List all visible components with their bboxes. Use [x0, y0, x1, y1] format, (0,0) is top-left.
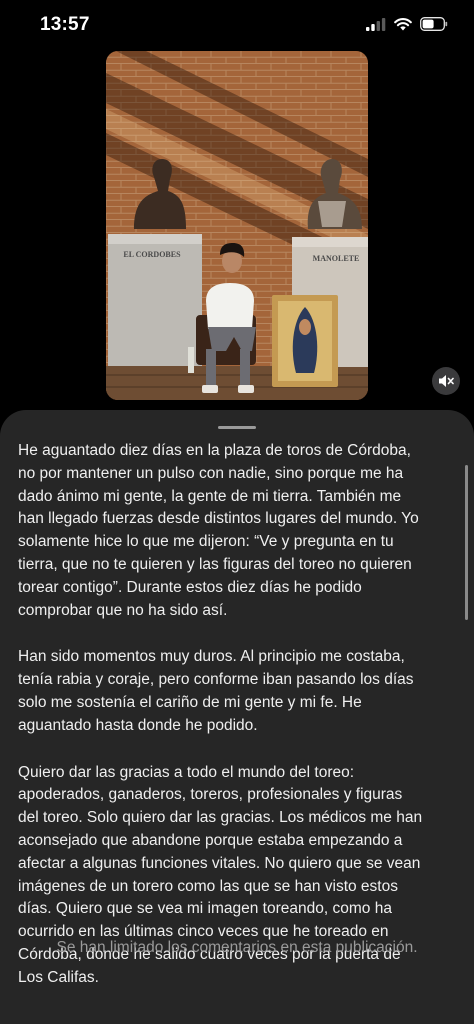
- wifi-icon: [394, 17, 412, 30]
- status-time: 13:57: [40, 14, 90, 35]
- status-icons: [366, 17, 448, 31]
- post-caption: He aguantado diez días en la plaza de to…: [18, 440, 464, 1014]
- pedestal-right-inscription: MANOLETE: [313, 254, 360, 263]
- pedestal-left-inscription: EL CORDOBES: [123, 250, 181, 259]
- scrollbar[interactable]: [465, 465, 468, 620]
- battery-icon: [420, 17, 448, 31]
- status-bar: 13:57: [0, 0, 474, 50]
- post-media-image[interactable]: EL CORDOBES MANOLETE: [106, 51, 368, 400]
- caption-paragraph: He aguantado diez días en la plaza de to…: [18, 442, 419, 619]
- caption-sheet[interactable]: He aguantado diez días en la plaza de to…: [0, 410, 474, 1024]
- sheet-grabber[interactable]: [218, 426, 256, 429]
- comments-limited-notice: Se han limitado los comentarios en esta …: [56, 939, 418, 956]
- speaker-muted-icon: [439, 375, 454, 387]
- mute-button[interactable]: [432, 367, 460, 395]
- cellular-signal-icon: [366, 17, 386, 31]
- caption-paragraph: Han sido momentos muy duros. Al principi…: [18, 648, 414, 734]
- bullring-statues-photo: EL CORDOBES MANOLETE: [106, 51, 368, 400]
